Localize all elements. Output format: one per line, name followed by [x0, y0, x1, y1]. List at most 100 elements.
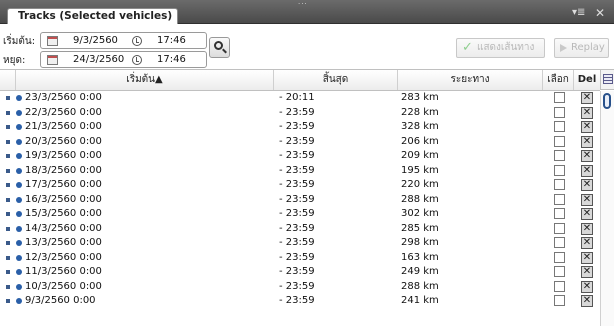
tab-tracks[interactable]: Tracks (Selected vehicles) — [7, 8, 178, 24]
track-dot-icon — [16, 182, 22, 188]
row-marker-icon — [6, 241, 10, 245]
start-time-value[interactable]: 17:46 — [157, 35, 186, 46]
select-checkbox[interactable] — [554, 121, 565, 132]
end-date-value[interactable]: 24/3/2560 — [73, 54, 124, 65]
cell-start: 13/3/2560 0:00 — [25, 237, 102, 248]
search-button[interactable] — [209, 37, 230, 58]
table-row[interactable]: 15/3/2560 0:00 - 23:59 302 km ✕ — [0, 207, 600, 222]
calendar-icon[interactable] — [47, 36, 58, 46]
delete-icon[interactable]: ✕ — [581, 222, 593, 235]
delete-icon[interactable]: ✕ — [581, 193, 593, 206]
cell-start: 19/3/2560 0:00 — [25, 150, 102, 161]
select-checkbox[interactable] — [554, 295, 565, 306]
close-icon[interactable]: ✕ — [595, 7, 607, 19]
cell-distance: 328 km — [401, 121, 439, 132]
track-dot-icon — [16, 167, 22, 174]
show-path-button[interactable]: ✓ แสดงเส้นทาง — [456, 38, 545, 58]
delete-icon[interactable]: ✕ — [581, 280, 593, 293]
select-checkbox[interactable] — [554, 179, 565, 190]
grid-header: เริ่มต้น▲ สิ้นสุด ระยะทาง เลือก Del — [0, 70, 600, 91]
select-checkbox[interactable] — [554, 106, 565, 118]
table-row[interactable]: 17/3/2560 0:00 - 23:59 220 km ✕ — [0, 178, 600, 193]
track-dot-icon — [16, 298, 22, 304]
select-checkbox[interactable] — [554, 92, 565, 103]
replay-button[interactable]: Replay — [554, 38, 609, 58]
cell-end: - 23:59 — [279, 251, 315, 263]
delete-icon[interactable]: ✕ — [581, 121, 593, 133]
delete-icon[interactable]: ✕ — [581, 251, 593, 264]
cell-distance: 206 km — [401, 135, 439, 147]
select-checkbox[interactable] — [554, 164, 565, 176]
delete-icon[interactable]: ✕ — [581, 92, 593, 104]
table-row[interactable]: 20/3/2560 0:00 - 23:59 206 km ✕ — [0, 135, 600, 150]
cell-end: - 23:59 — [279, 121, 315, 132]
column-header-select[interactable]: เลือก — [543, 70, 574, 90]
delete-icon[interactable]: ✕ — [581, 295, 593, 307]
select-checkbox[interactable] — [554, 150, 565, 161]
track-dot-icon — [16, 124, 22, 130]
cell-end: - 23:59 — [279, 280, 315, 292]
delete-icon[interactable]: ✕ — [581, 208, 593, 220]
columns-icon — [603, 74, 613, 84]
scrollbar-thumb[interactable] — [603, 93, 611, 109]
table-row[interactable]: 18/3/2560 0:00 - 23:59 195 km ✕ — [0, 164, 600, 179]
column-menu-button[interactable] — [600, 70, 614, 90]
track-dot-icon — [16, 109, 22, 116]
cell-distance: 220 km — [401, 179, 439, 190]
start-datetime-field[interactable]: 9/3/2560 17:46 — [40, 32, 207, 49]
select-checkbox[interactable] — [554, 208, 565, 219]
delete-icon[interactable]: ✕ — [581, 237, 593, 249]
table-row[interactable]: 21/3/2560 0:00 - 23:59 328 km ✕ — [0, 120, 600, 135]
table-row[interactable]: 19/3/2560 0:00 - 23:59 209 km ✕ — [0, 149, 600, 164]
resize-grip[interactable]: ... — [298, 0, 316, 6]
start-date-value[interactable]: 9/3/2560 — [73, 35, 118, 46]
track-dot-icon — [16, 211, 22, 217]
cell-distance: 302 km — [401, 208, 439, 219]
table-row[interactable]: 23/3/2560 0:00 - 20:11 283 km ✕ — [0, 91, 600, 106]
panel-header: ... Tracks (Selected vehicles) ▾≣ ✕ — [0, 0, 614, 24]
calendar-icon[interactable] — [47, 55, 58, 65]
table-row[interactable]: 22/3/2560 0:00 - 23:59 228 km ✕ — [0, 106, 600, 121]
end-time-value[interactable]: 17:46 — [157, 54, 186, 65]
row-marker-icon — [6, 212, 10, 216]
cell-distance: 228 km — [401, 106, 439, 118]
select-checkbox[interactable] — [554, 222, 565, 234]
select-checkbox[interactable] — [554, 266, 565, 277]
tab-menu-icon[interactable]: ▾≣ — [572, 8, 586, 18]
delete-icon[interactable]: ✕ — [581, 150, 593, 162]
table-row[interactable]: 13/3/2560 0:00 - 23:59 298 km ✕ — [0, 236, 600, 251]
grid-body: 23/3/2560 0:00- 20:11 283 km ✕ 22/3/2560 0:… — [0, 91, 600, 309]
delete-icon[interactable]: ✕ — [581, 106, 593, 119]
tab-title: Tracks (Selected vehicles) — [18, 10, 173, 22]
cell-distance: 163 km — [401, 251, 439, 263]
end-datetime-field[interactable]: 24/3/2560 17:46 — [40, 51, 207, 68]
table-row[interactable]: 12/3/2560 0:00 - 23:59 163 km ✕ — [0, 251, 600, 266]
row-marker-icon — [6, 226, 10, 231]
table-row[interactable]: 14/3/2560 0:00 - 23:59 285 km ✕ — [0, 222, 600, 237]
select-checkbox[interactable] — [554, 135, 565, 147]
vertical-scrollbar[interactable] — [600, 91, 614, 326]
clock-icon[interactable] — [132, 36, 142, 46]
delete-icon[interactable]: ✕ — [581, 135, 593, 148]
column-header-distance[interactable]: ระยะทาง — [398, 70, 543, 90]
delete-icon[interactable]: ✕ — [581, 164, 593, 177]
cell-start: 16/3/2560 0:00 — [25, 193, 102, 205]
select-checkbox[interactable] — [554, 193, 565, 205]
delete-icon[interactable]: ✕ — [581, 266, 593, 278]
table-row[interactable]: 10/3/2560 0:00 - 23:59 288 km ✕ — [0, 280, 600, 295]
column-header-start[interactable]: เริ่มต้น▲ — [16, 70, 274, 90]
table-row[interactable]: 16/3/2560 0:00 - 23:59 288 km ✕ — [0, 193, 600, 208]
delete-icon[interactable]: ✕ — [581, 179, 593, 191]
table-row[interactable]: 11/3/2560 0:00 - 23:59 249 km ✕ — [0, 265, 600, 280]
column-header-delete[interactable]: Del — [574, 70, 600, 90]
select-checkbox[interactable] — [554, 251, 565, 263]
clock-icon[interactable] — [132, 55, 142, 65]
replay-label: Replay — [571, 42, 605, 53]
select-checkbox[interactable] — [554, 280, 565, 292]
cell-start: 18/3/2560 0:00 — [25, 164, 102, 176]
row-marker-icon — [6, 168, 10, 173]
select-checkbox[interactable] — [554, 237, 565, 248]
table-row[interactable]: 9/3/2560 0:00 - 23:59 241 km ✕ — [0, 294, 600, 309]
cell-end: - 23:59 — [279, 179, 315, 190]
column-header-end[interactable]: สิ้นสุด — [274, 70, 398, 90]
